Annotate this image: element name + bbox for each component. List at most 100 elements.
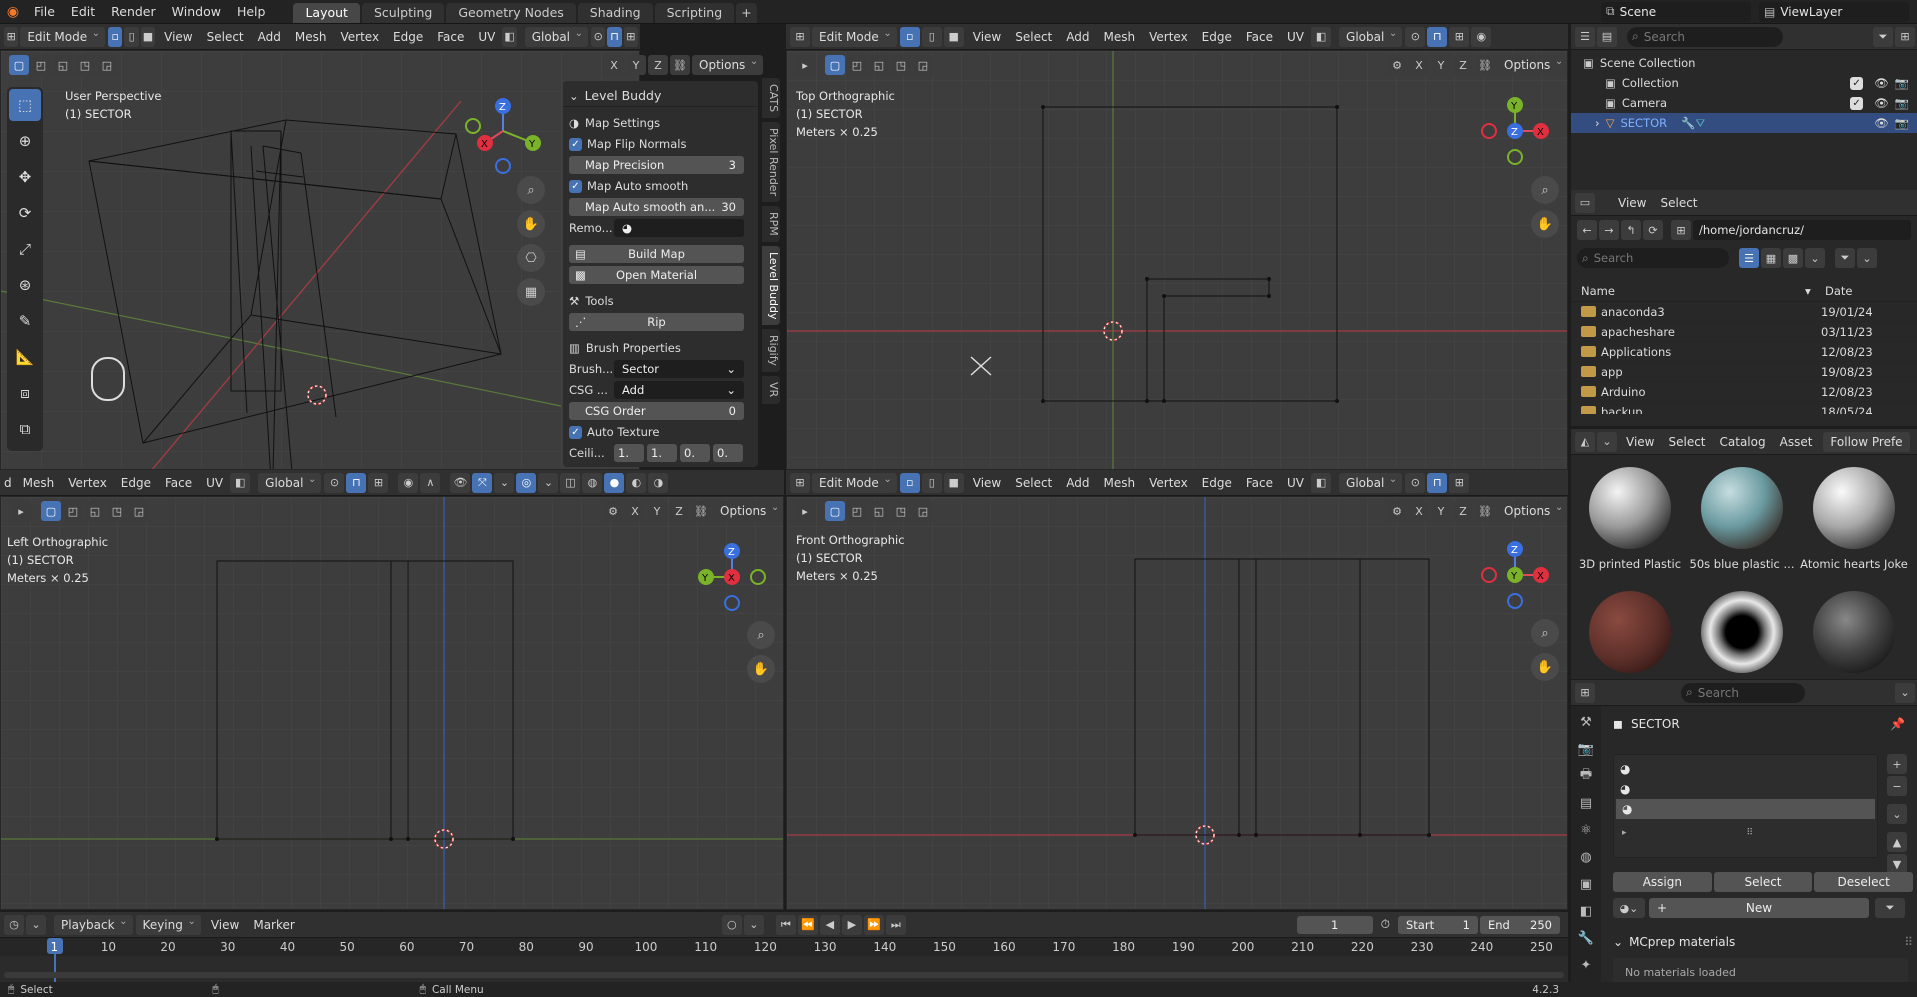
next-keyframe-icon[interactable]: ⏩: [863, 914, 884, 935]
date-column-header[interactable]: Date: [1815, 284, 1853, 298]
menu-add[interactable]: Add: [1059, 30, 1096, 44]
mirror-z-label[interactable]: Z: [648, 55, 668, 75]
mirror-icon[interactable]: ⚙: [603, 501, 623, 521]
edge-select-icon[interactable]: ▯: [124, 26, 139, 47]
face-select-icon[interactable]: ■: [943, 26, 964, 47]
exclude-checkbox[interactable]: ✓: [1850, 76, 1864, 90]
menu-window[interactable]: Window: [164, 0, 229, 24]
mirror-z-label[interactable]: Z: [1453, 501, 1473, 521]
tab-layout[interactable]: Layout: [293, 2, 360, 23]
material-slot[interactable]: ◕: [1614, 779, 1877, 799]
properties-search[interactable]: ⌕ Search: [1681, 682, 1805, 703]
render-tab-icon[interactable]: 📷: [1575, 738, 1597, 760]
ceiling-value-0[interactable]: 1.: [614, 444, 644, 462]
navigation-gizmo[interactable]: Z Y X: [463, 91, 543, 181]
viewport-bl[interactable]: Left Orthographic (1) SECTOR Meters × 0.…: [0, 496, 784, 910]
sidebar-tab-rigify[interactable]: Rigify: [762, 329, 780, 373]
orientation-dropdown[interactable]: Global: [258, 470, 322, 493]
render-toggle-icon[interactable]: 📷: [1895, 116, 1909, 130]
material-slot[interactable]: ◕: [1616, 799, 1875, 819]
wireframe-shading-icon[interactable]: ◍: [582, 472, 603, 493]
move-down-icon[interactable]: ▼: [1887, 854, 1907, 874]
view-layer-tab-icon[interactable]: ▤: [1575, 792, 1597, 814]
visibility-eye-icon[interactable]: 👁: [1874, 96, 1889, 110]
zoom-icon[interactable]: ⌕: [1531, 619, 1559, 647]
select-subtract-icon[interactable]: ◱: [869, 55, 889, 75]
ceiling-value-2[interactable]: 0.: [680, 444, 710, 462]
outliner-search[interactable]: ⌕ Search: [1627, 26, 1783, 47]
face-select-icon[interactable]: ■: [140, 26, 156, 47]
world-tab-icon[interactable]: ◍: [1575, 846, 1597, 868]
face-select-icon[interactable]: ■: [943, 472, 964, 493]
overlay-toggle-icon[interactable]: ◎: [516, 472, 537, 493]
drag-handle-icon[interactable]: ⠿: [1904, 935, 1913, 949]
tab-sculpting[interactable]: Sculpting: [361, 2, 445, 23]
gizmo-dropdown-icon[interactable]: ⌄: [494, 472, 515, 493]
menu-edge[interactable]: Edge: [1195, 30, 1239, 44]
outliner-item[interactable]: ▣ Scene Collection: [1571, 53, 1917, 73]
select-extend-icon[interactable]: ◰: [63, 501, 83, 521]
pivot-icon[interactable]: ⊙: [591, 26, 606, 47]
short-list-icon[interactable]: ▦: [1761, 248, 1781, 268]
menu-face[interactable]: Face: [1239, 476, 1280, 490]
menu-render[interactable]: Render: [103, 0, 164, 24]
pan-hand-icon[interactable]: ✋: [1531, 210, 1559, 238]
menu-catalog[interactable]: Catalog: [1713, 435, 1773, 449]
list-item[interactable]: apacheshare 03/11/23: [1571, 322, 1917, 342]
menu-help[interactable]: Help: [229, 0, 274, 24]
select-intersect-icon[interactable]: ◲: [913, 501, 933, 521]
menu-view[interactable]: View: [1611, 196, 1653, 210]
list-view-icon[interactable]: ☰: [1739, 248, 1759, 268]
visibility-eye-icon[interactable]: 👁: [1874, 116, 1889, 130]
editor-dropdown-icon[interactable]: ⌄: [1597, 431, 1617, 452]
new-collection-icon[interactable]: ⊞: [1895, 26, 1915, 47]
outliner-item[interactable]: ▣ Collection ✓ 👁 📷: [1571, 73, 1917, 93]
tab-scripting[interactable]: Scripting: [654, 2, 735, 23]
list-item[interactable]: anaconda3 19/01/24: [1571, 302, 1917, 322]
snap-icon[interactable]: ⊓: [346, 472, 367, 493]
start-frame-field[interactable]: Start 1: [1398, 915, 1478, 934]
vertex-select-icon[interactable]: ▫: [899, 26, 920, 47]
menu-uv[interactable]: UV: [1280, 476, 1311, 490]
path-field[interactable]: /home/jordancruz/: [1693, 220, 1911, 240]
scene-tab-icon[interactable]: ⚛: [1575, 819, 1597, 841]
mirror-x-label[interactable]: X: [1409, 501, 1429, 521]
current-frame-field[interactable]: 1: [1296, 915, 1373, 934]
select-subtract-icon[interactable]: ◱: [85, 501, 105, 521]
select-new-icon[interactable]: ▢: [825, 501, 845, 521]
select-new-icon[interactable]: ▢: [41, 501, 61, 521]
edge-select-icon[interactable]: ▯: [921, 26, 942, 47]
list-resize-handle-icon[interactable]: ⠿: [1747, 828, 1754, 838]
navigation-gizmo[interactable]: Z Y X: [687, 533, 777, 623]
asset-item[interactable]: 3D printed Plastic: [1575, 467, 1685, 571]
thumbnail-icon[interactable]: ▩: [1783, 248, 1803, 268]
select-new-icon[interactable]: ▢: [9, 55, 29, 75]
tool-tab-icon[interactable]: ⚒: [1575, 711, 1597, 733]
scale-tool-icon[interactable]: ⤢: [9, 233, 41, 265]
snap-target-icon[interactable]: ⊞: [1449, 472, 1470, 493]
map-auto-smooth-checkbox[interactable]: ✓ Map Auto smooth: [569, 176, 752, 196]
sidebar-tab-level-buddy[interactable]: Level Buddy: [762, 245, 780, 326]
node-link-icon[interactable]: ⏷: [1875, 898, 1905, 918]
collapse-chevron-icon[interactable]: ⌄: [1613, 935, 1623, 949]
view-layer-selector[interactable]: ▤ ViewLayer: [1759, 1, 1909, 22]
jump-start-icon[interactable]: ⏮: [775, 914, 796, 935]
orientation-dropdown[interactable]: Global: [1339, 24, 1403, 47]
rendered-shading-icon[interactable]: ◑: [648, 472, 669, 493]
asset-item[interactable]: 50s blue plastic ...: [1687, 467, 1797, 571]
list-item[interactable]: backup 18/05/24: [1571, 402, 1917, 414]
auto-texture-checkbox[interactable]: ✓ Auto Texture: [569, 422, 752, 442]
follow-prefs-button[interactable]: Follow Prefe: [1823, 431, 1910, 452]
mirror-z-label[interactable]: Z: [669, 501, 689, 521]
timeline-view-menu[interactable]: View: [204, 918, 246, 932]
tab-geometry-nodes[interactable]: Geometry Nodes: [446, 2, 576, 23]
refresh-icon[interactable]: ⟳: [1643, 220, 1663, 240]
menu-edge[interactable]: Edge: [1195, 476, 1239, 490]
annotate-tool-icon[interactable]: ✎: [9, 305, 41, 337]
edge-select-icon[interactable]: ▯: [921, 472, 942, 493]
select-extend-icon[interactable]: ◰: [847, 501, 867, 521]
mirror-x-label[interactable]: X: [1409, 55, 1429, 75]
modifier-tab-icon[interactable]: 🔧: [1575, 927, 1597, 949]
filter-icon[interactable]: ⏷: [1835, 248, 1855, 268]
snap-icon[interactable]: ⊓: [1427, 26, 1448, 47]
